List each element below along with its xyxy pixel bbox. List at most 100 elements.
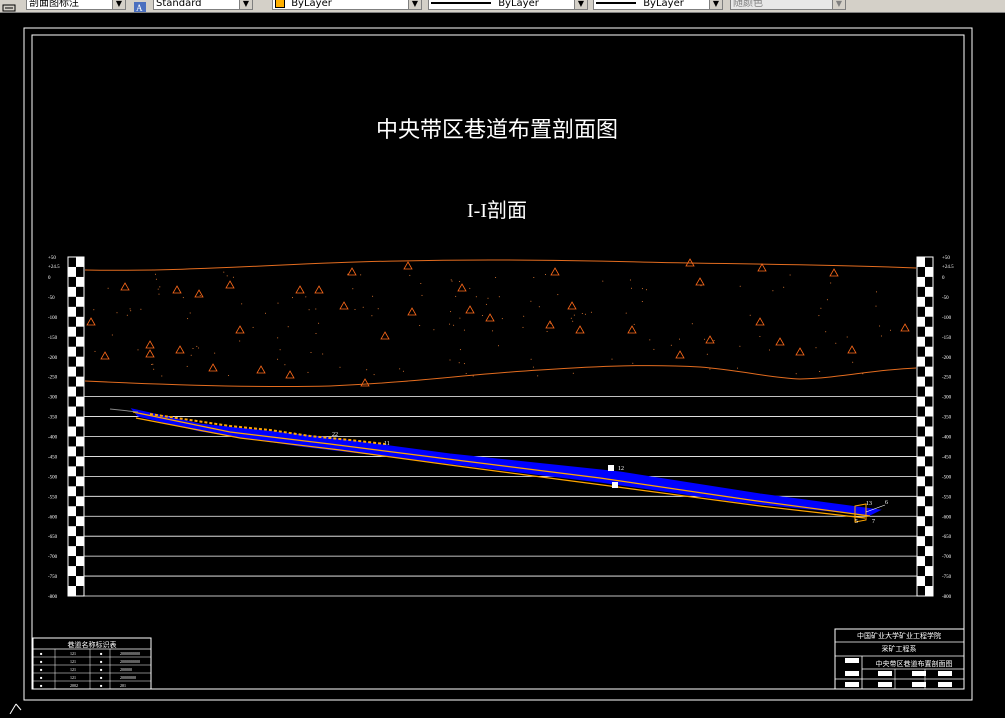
scale-segment <box>68 406 76 417</box>
linetype-dropdown[interactable]: ByLayer ▼ <box>428 0 588 10</box>
gravel-dot <box>818 315 820 317</box>
title-block-dept: 采矿工程系 <box>882 644 917 653</box>
scale-segment <box>68 346 76 357</box>
roadway-legend-table: 巷道名称标识表 ■ 121 ■ 2000000000■ 121 ■ 2000000000■ 1… <box>32 637 152 690</box>
scale-segment <box>917 576 925 587</box>
chevron-down-icon[interactable]: ▼ <box>832 0 845 9</box>
scale-segment <box>917 526 925 537</box>
gravel-dot <box>223 271 225 273</box>
gravel-dot <box>522 326 524 328</box>
section-marker-top <box>608 465 614 471</box>
gravel-dot <box>879 325 881 327</box>
legend-cell: 121 <box>70 667 76 672</box>
textstyle-dropdown[interactable]: Standard ▼ <box>153 0 253 10</box>
gravel-dot <box>629 279 631 281</box>
gravel-mark <box>900 323 910 332</box>
depth-label: -350 <box>48 416 58 421</box>
gravel-mark <box>795 347 805 356</box>
scale-segment <box>68 316 76 327</box>
depth-label: -750 <box>48 575 58 580</box>
gravel-dot <box>475 296 477 298</box>
title-block-cell <box>845 682 859 687</box>
gravel-dot <box>155 278 157 280</box>
depth-label: -100 <box>48 316 58 321</box>
scale-segment <box>68 416 76 427</box>
chevron-down-icon[interactable]: ▼ <box>239 0 252 9</box>
depth-label: -700 <box>48 555 58 560</box>
plotstyle-dropdown[interactable]: 随颜色 ▼ <box>730 0 846 10</box>
gravel-mark <box>172 285 182 294</box>
scale-segment <box>917 406 925 417</box>
gravel-dot <box>277 358 279 360</box>
gravel-mark <box>208 363 218 372</box>
scale-segment <box>76 456 84 467</box>
gravel-dot <box>545 274 546 275</box>
scale-segment <box>917 426 925 437</box>
gravel-dot <box>455 295 457 297</box>
dimstyle-dropdown[interactable]: 剖面图标注 ▼ <box>26 0 126 10</box>
scale-segment <box>76 306 84 317</box>
scale-segment <box>76 436 84 447</box>
depth-labels-right: +50 +24.5 0 -50 -100 -150 -200 -250 -300 -350 -400… <box>942 256 954 600</box>
gravel-dot <box>228 375 230 376</box>
scale-segment <box>76 556 84 567</box>
title-block-drawing-name: 中央带区巷道布置剖面图 <box>876 659 953 668</box>
depth-label: -600 <box>942 515 952 520</box>
gravel-dot <box>126 314 128 316</box>
gravel-dot <box>252 326 254 328</box>
chevron-down-icon[interactable]: ▼ <box>112 0 125 9</box>
scale-segment <box>917 546 925 557</box>
gravel-dot <box>93 309 95 311</box>
lineweight-dropdown[interactable]: ByLayer ▼ <box>593 0 723 10</box>
chevron-down-icon[interactable]: ▼ <box>408 0 421 9</box>
svg-text:A: A <box>136 3 143 13</box>
gravel-dot <box>192 348 194 349</box>
scale-segment <box>68 276 76 287</box>
gravel-dot <box>653 348 655 350</box>
scale-segment <box>925 356 933 367</box>
depth-label: -450 <box>942 455 952 460</box>
gravel-dot <box>749 314 751 316</box>
scale-segment <box>925 366 933 377</box>
scale-segment <box>68 266 76 277</box>
scale-segment <box>68 366 76 377</box>
scale-segment <box>76 566 84 577</box>
scale-segment <box>917 376 925 387</box>
gravel-dot <box>433 329 435 331</box>
dimstyle-icon[interactable] <box>2 0 16 12</box>
depth-label: -600 <box>48 515 58 520</box>
gravel-mark <box>347 267 357 276</box>
gravel-mark <box>465 305 475 314</box>
scale-segment <box>925 426 933 437</box>
textstyle-icon[interactable]: A <box>133 0 147 13</box>
gravel-dot <box>420 283 422 284</box>
gravel-dot <box>352 288 354 290</box>
scale-segment <box>925 396 933 407</box>
gravel-dot <box>704 338 706 340</box>
gravel-dot <box>611 358 613 360</box>
gravel-dot <box>140 308 142 310</box>
scale-segment <box>925 326 933 337</box>
scale-segment <box>925 306 933 317</box>
scale-segment <box>68 556 76 567</box>
chevron-down-icon[interactable]: ▼ <box>709 0 722 9</box>
scale-segment <box>917 496 925 507</box>
gravel-mark <box>567 301 577 310</box>
gravel-mark <box>545 320 555 329</box>
depth-label: -800 <box>942 595 952 600</box>
gravel-dot <box>318 322 320 324</box>
depth-label: 0 <box>942 276 945 281</box>
gravel-dot <box>189 312 191 314</box>
gravel-dot <box>451 280 453 282</box>
depth-label: -550 <box>942 495 952 500</box>
gravel-mark <box>407 307 417 316</box>
gravel-dot <box>373 374 375 376</box>
layer-color-dropdown[interactable]: ByLayer ▼ <box>272 0 422 10</box>
gravel-mark <box>225 280 235 289</box>
gravel-dot <box>625 312 627 314</box>
title-block-cell <box>845 671 859 676</box>
scale-segment <box>68 436 76 447</box>
drawing-canvas[interactable]: 中央带区巷道布置剖面图 I-I剖面 +50 +24.5 0 -50 -100 -150 -2… <box>0 13 1005 715</box>
chevron-down-icon[interactable]: ▼ <box>574 0 587 9</box>
depth-label: -200 <box>942 356 952 361</box>
